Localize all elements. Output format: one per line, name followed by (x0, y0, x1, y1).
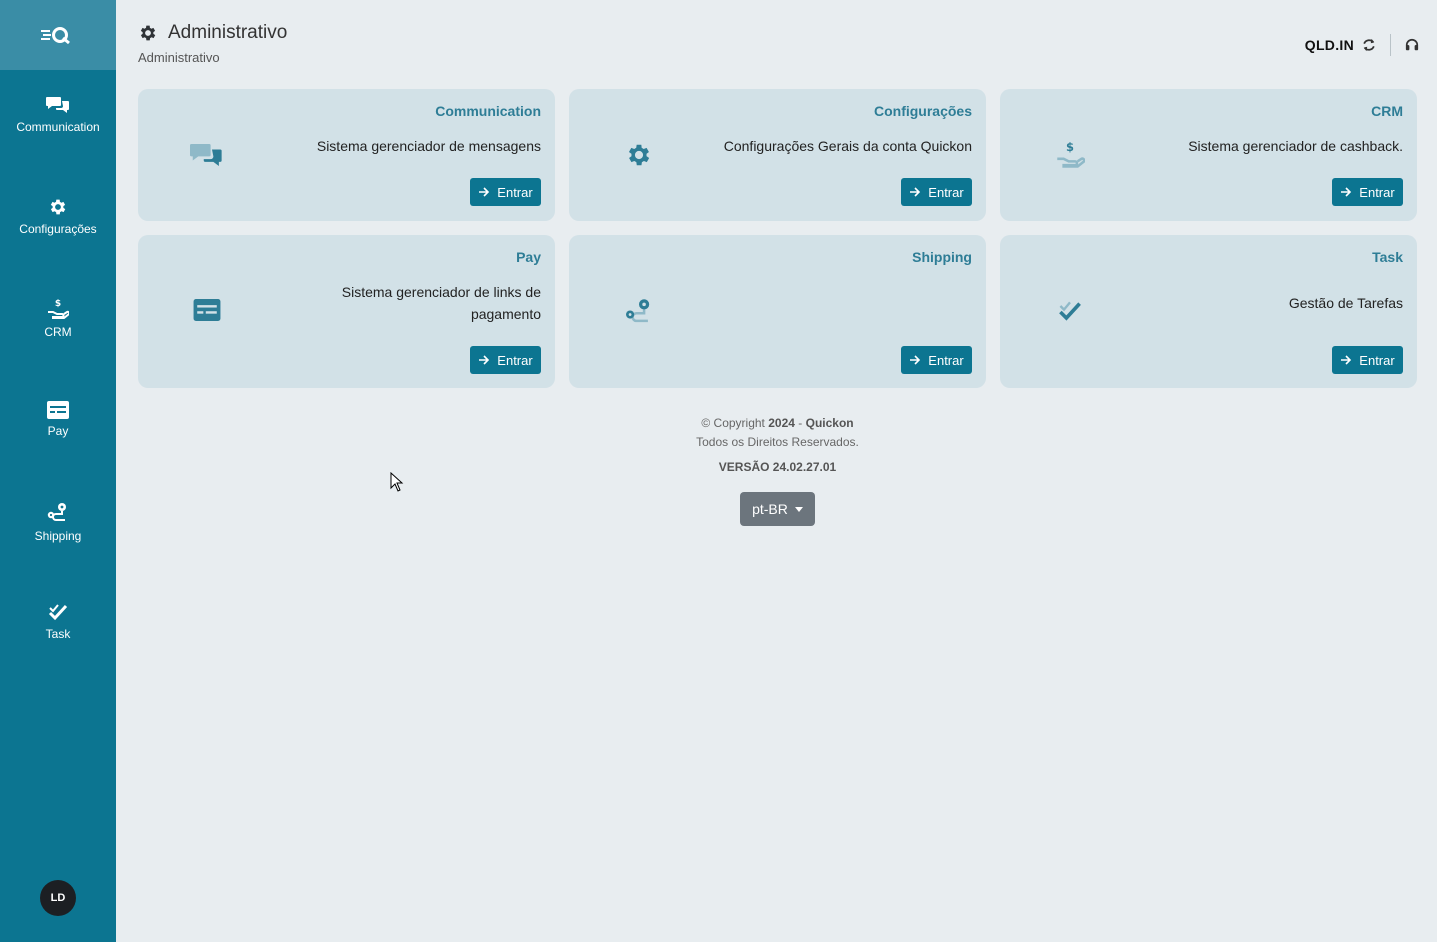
card-crm: CRM $ Sistema gerenciador de cashback. E… (1000, 89, 1417, 221)
footer: © Copyright 2024 - Quickon Todos os Dire… (569, 414, 986, 477)
arrow-right-icon (1341, 355, 1352, 365)
enter-button-label: Entrar (1359, 352, 1395, 368)
enter-button[interactable]: Entrar (470, 346, 541, 374)
rights: Todos os Direitos Reservados. (696, 435, 859, 449)
enter-button-label: Entrar (497, 352, 533, 368)
enter-button[interactable]: Entrar (901, 178, 972, 206)
cashback-hand-icon: $ (48, 299, 69, 319)
page-title-text: Administrativo (168, 22, 288, 43)
card-title: Communication (435, 103, 541, 119)
copyright: © Copyright 2024 - Quickon (569, 414, 986, 433)
svg-text:$: $ (1066, 141, 1074, 154)
enter-button-label: Entrar (928, 184, 964, 200)
sidebar-item-label: Pay (47, 424, 69, 438)
sidebar-item-label: Communication (16, 120, 100, 134)
sidebar-item-task[interactable]: Task (0, 604, 116, 676)
arrow-right-icon (479, 187, 490, 197)
arrow-right-icon (1341, 187, 1352, 197)
sidebar-item-label: Task (45, 627, 71, 641)
card-title: CRM (1371, 103, 1403, 119)
enter-button[interactable]: Entrar (901, 346, 972, 374)
header-actions: QLD.IN (1305, 34, 1419, 56)
sidebar-item-pay[interactable]: Pay (0, 401, 116, 473)
card-title: Pay (516, 249, 541, 265)
route-icon (47, 503, 66, 521)
logo[interactable] (0, 0, 116, 70)
mouse-cursor-icon (390, 472, 404, 492)
gear-icon (140, 25, 156, 41)
logo-icon (41, 27, 70, 44)
sidebar: Communication Configurações $ CRM Pay Sh… (0, 0, 116, 942)
card-configuracoes: Configurações Configurações Gerais da co… (569, 89, 986, 221)
card-pay: Pay Sistema gerenciador de links de paga… (138, 235, 555, 388)
card-description: Sistema gerenciador de cashback. (1188, 138, 1403, 154)
card-description: Sistema gerenciador de links de pagament… (341, 284, 541, 322)
language-dropdown[interactable]: pt-BR (740, 492, 815, 526)
card-icon (47, 401, 69, 419)
card-shipping: Shipping Entrar (569, 235, 986, 388)
copyright-prefix: © Copyright (701, 416, 765, 430)
copyright-separator: - (794, 416, 806, 430)
refresh-icon[interactable] (1362, 38, 1376, 52)
card-description: Configurações Gerais da conta Quickon (723, 138, 972, 154)
card-icon (193, 299, 221, 321)
sidebar-item-communication[interactable]: Communication (0, 95, 116, 167)
card-description: Gestão de Tarefas (1288, 295, 1403, 311)
check-icon (48, 604, 68, 621)
chat-icon (46, 97, 69, 113)
arrow-right-icon (910, 355, 921, 365)
sidebar-item-label: CRM (44, 325, 72, 339)
company-name: Quickon (805, 416, 854, 430)
sidebar-item-crm[interactable]: $ CRM (0, 298, 116, 370)
enter-button[interactable]: Entrar (470, 178, 541, 206)
enter-button[interactable]: Entrar (1332, 178, 1403, 206)
chat-icon (190, 144, 222, 166)
org-name[interactable]: QLD.IN (1305, 37, 1354, 53)
gear-icon (50, 199, 66, 215)
card-task: Task Gestão de Tarefas Entrar (1000, 235, 1417, 388)
sidebar-item-shipping[interactable]: Shipping (0, 502, 116, 574)
card-title: Configurações (873, 103, 972, 119)
cashback-hand-icon: $ (1057, 141, 1085, 168)
avatar[interactable]: LD (40, 880, 76, 916)
card-title: Task (1372, 249, 1403, 265)
arrow-right-icon (479, 355, 490, 365)
enter-button-label: Entrar (497, 184, 533, 200)
card-communication: Communication Sistema gerenciador de men… (138, 89, 555, 221)
card-description: Sistema gerenciador de mensagens (316, 138, 541, 154)
arrow-right-icon (910, 187, 921, 197)
copyright-year: 2024 (768, 416, 795, 430)
caret-down-icon (794, 506, 803, 512)
enter-button-label: Entrar (928, 352, 964, 368)
breadcrumb: Administrativo (138, 50, 220, 65)
svg-text:$: $ (55, 299, 61, 309)
divider (1390, 34, 1391, 56)
sidebar-item-configuracoes[interactable]: Configurações (0, 197, 116, 269)
page-title: Administrativo (138, 22, 287, 44)
enter-button[interactable]: Entrar (1332, 346, 1403, 374)
sidebar-item-label: Configurações (19, 222, 97, 236)
language-label: pt-BR (752, 501, 788, 517)
headset-icon[interactable] (1405, 38, 1419, 52)
route-icon (626, 299, 650, 323)
sidebar-item-label: Shipping (34, 529, 82, 543)
card-title: Shipping (912, 249, 972, 265)
check-icon (1059, 301, 1081, 321)
gear-icon (628, 144, 650, 166)
version: VERSÃO 24.02.27.01 (718, 460, 837, 474)
enter-button-label: Entrar (1359, 184, 1395, 200)
